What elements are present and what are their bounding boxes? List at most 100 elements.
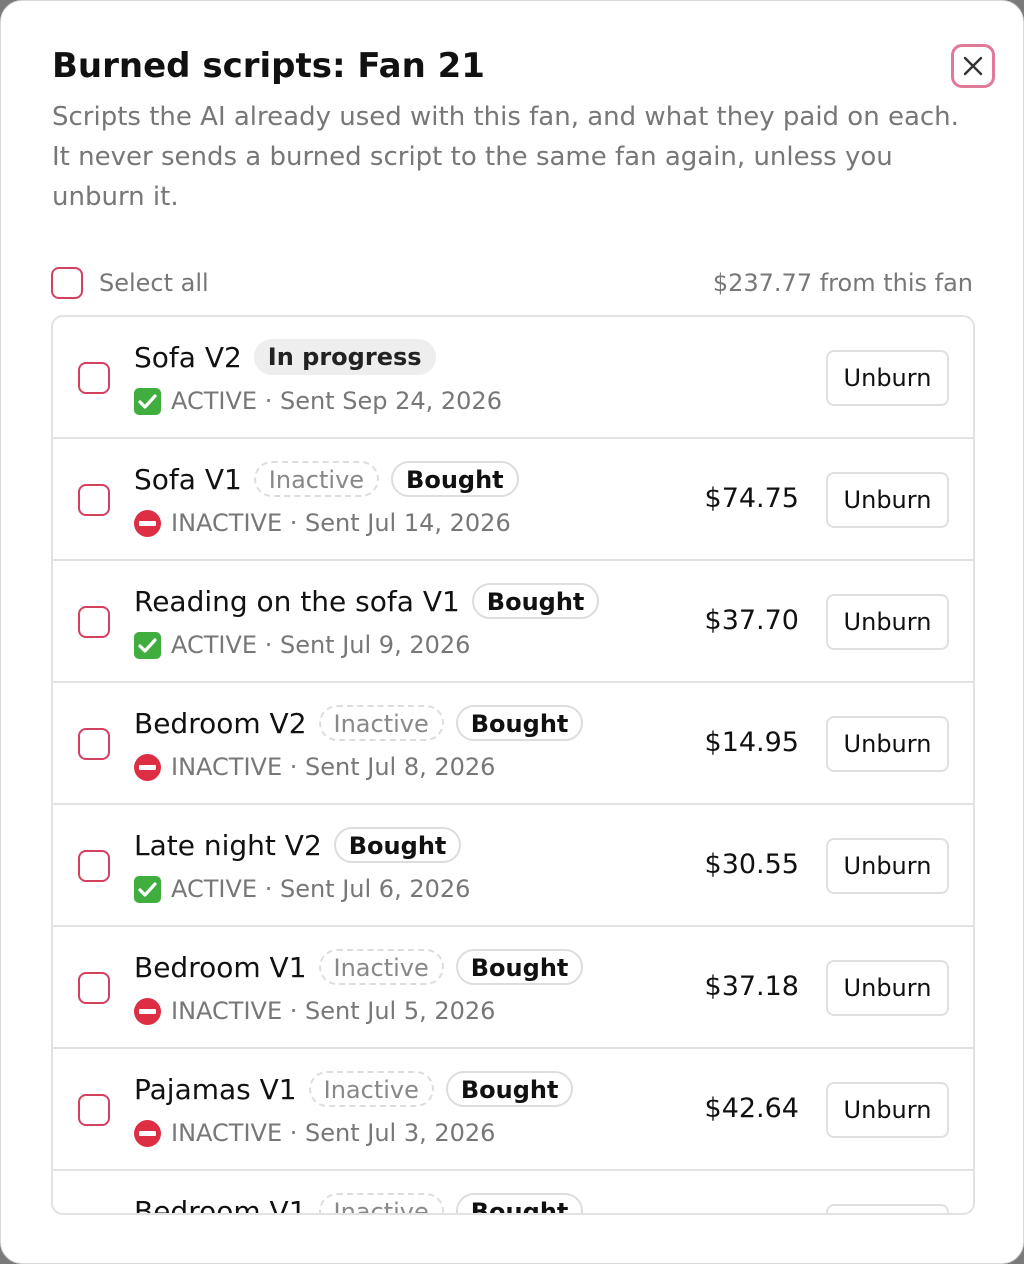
- script-checkbox[interactable]: [78, 850, 110, 882]
- script-title-line: Sofa V2 In progress: [134, 337, 448, 377]
- script-status-line: INACTIVE · Sent Jul 8, 2026: [134, 749, 495, 785]
- script-title-line: Bedroom V2 Inactive Bought: [134, 703, 595, 743]
- script-status: INACTIVE: [171, 509, 283, 537]
- script-amount: $74.75: [704, 483, 799, 514]
- in-progress-badge: In progress: [253, 339, 436, 375]
- script-row: Sofa V2 In progress ACTIVE · Sent Sep 24, …: [53, 317, 973, 439]
- bought-badge: Bought: [391, 461, 519, 497]
- script-row: Pajamas V1 Inactive Bought INACTIVE · Sent …: [53, 1049, 973, 1171]
- script-status-line: INACTIVE · Sent Jul 14, 2026: [134, 505, 511, 541]
- bought-badge: Bought: [445, 1071, 574, 1107]
- close-icon: [963, 56, 983, 76]
- script-name: Late night V2: [134, 828, 322, 862]
- script-checkbox[interactable]: [78, 484, 110, 516]
- script-status: ACTIVE: [171, 387, 258, 415]
- script-name: Bedroom V2: [134, 706, 307, 740]
- bought-badge: Bought: [455, 705, 584, 741]
- script-sent-date: Sent Jul 6, 2026: [279, 875, 471, 903]
- script-status: ACTIVE: [171, 631, 258, 659]
- script-name: Sofa V1: [134, 462, 242, 496]
- separator-dot: ·: [257, 387, 280, 415]
- script-checkbox[interactable]: [78, 728, 110, 760]
- select-all-label: Select all: [99, 269, 209, 297]
- modal-description: Scripts the AI already used with this fa…: [52, 102, 959, 212]
- script-title-line: Late night V2 Bought: [134, 825, 473, 865]
- script-checkbox[interactable]: [78, 606, 110, 638]
- bought-badge: Bought: [455, 1193, 584, 1213]
- script-amount: $30.55: [704, 849, 799, 880]
- bought-badge: Bought: [333, 827, 462, 863]
- script-name: Bedroom V1: [134, 950, 307, 984]
- burned-scripts-modal: Burned scripts: Fan 21 Scripts the AI al…: [0, 0, 1024, 1264]
- script-row: Bedroom V2 Inactive Bought INACTIVE · Sent …: [53, 683, 973, 805]
- script-row: Reading on the sofa V1 Bought ACTIVE · Sen…: [53, 561, 973, 683]
- modal-title: Burned scripts: Fan 21: [52, 46, 485, 86]
- fan-total: $237.77 from this fan: [712, 269, 973, 297]
- no-entry-icon: [134, 509, 161, 537]
- script-name: Bedroom V1: [134, 1194, 307, 1215]
- script-row: Late night V2 Bought ACTIVE · Sent Jul 6, …: [53, 805, 973, 927]
- separator-dot: ·: [257, 631, 280, 659]
- script-name: Pajamas V1: [134, 1072, 297, 1106]
- select-all-checkbox[interactable]: [51, 267, 83, 299]
- script-status: INACTIVE: [171, 1119, 283, 1147]
- script-status-line: INACTIVE · Sent Jul 3, 2026: [134, 1115, 495, 1151]
- unburn-button[interactable]: Unburn: [826, 960, 949, 1016]
- inactive-badge: Inactive: [318, 949, 444, 985]
- separator-dot: ·: [282, 753, 305, 781]
- inactive-badge: Inactive: [308, 1071, 434, 1107]
- separator-dot: ·: [282, 509, 305, 537]
- script-amount: $37.70: [704, 605, 799, 636]
- script-row: Bedroom V1 Inactive Bought INACTIVE · Sent …: [53, 927, 973, 1049]
- check-icon: [134, 387, 161, 415]
- script-sent-date: Sent Sep 24, 2026: [279, 387, 502, 415]
- unburn-button[interactable]: Unburn: [826, 350, 949, 406]
- check-icon: [134, 875, 161, 903]
- script-sent-date: Sent Jul 14, 2026: [305, 509, 511, 537]
- script-status: ACTIVE: [171, 875, 258, 903]
- script-status-line: INACTIVE · Sent Jul 5, 2026: [134, 993, 495, 1029]
- script-row: Bedroom V1InactiveBoughtINACTIVEUnburn: [53, 1171, 973, 1215]
- script-name: Reading on the sofa V1: [134, 584, 460, 618]
- script-status-line: ACTIVE · Sent Sep 24, 2026: [134, 383, 502, 419]
- close-button[interactable]: [951, 44, 995, 88]
- separator-dot: ·: [282, 1119, 305, 1147]
- script-title-line: Reading on the sofa V1 Bought: [134, 581, 611, 621]
- bought-badge: Bought: [471, 583, 600, 619]
- script-status-line: ACTIVE · Sent Jul 9, 2026: [134, 627, 470, 663]
- script-sent-date: Sent Jul 3, 2026: [305, 1119, 496, 1147]
- script-title-line: Bedroom V1 Inactive Bought: [134, 947, 595, 987]
- script-status: INACTIVE: [171, 753, 283, 781]
- script-checkbox[interactable]: [78, 972, 110, 1004]
- script-name: Sofa V2: [134, 340, 242, 374]
- unburn-button[interactable]: Unburn: [826, 594, 949, 650]
- script-status-line: ACTIVE · Sent Jul 6, 2026: [134, 871, 470, 907]
- script-title-line: Bedroom V1 Inactive Bought: [134, 1191, 595, 1215]
- script-sent-date: Sent Jul 9, 2026: [279, 631, 471, 659]
- unburn-button[interactable]: Unburn: [826, 1204, 949, 1213]
- script-title-line: Sofa V1 Inactive Bought: [134, 459, 531, 499]
- inactive-badge: Inactive: [318, 705, 444, 741]
- script-sent-date: Sent Jul 5, 2026: [305, 997, 496, 1025]
- unburn-button[interactable]: Unburn: [826, 472, 949, 528]
- no-entry-icon: [134, 997, 161, 1025]
- unburn-button[interactable]: Unburn: [826, 716, 949, 772]
- script-amount: $14.95: [704, 727, 799, 758]
- script-amount: $37.18: [704, 971, 799, 1002]
- script-sent-date: Sent Jul 8, 2026: [305, 753, 496, 781]
- script-list[interactable]: Sofa V2 In progress ACTIVE · Sent Sep 24, …: [51, 315, 975, 1215]
- separator-dot: ·: [257, 875, 280, 903]
- script-status: INACTIVE: [171, 997, 283, 1025]
- no-entry-icon: [134, 753, 161, 781]
- separator-dot: ·: [282, 997, 305, 1025]
- bought-badge: Bought: [455, 949, 584, 985]
- inactive-badge: Inactive: [318, 1193, 444, 1213]
- script-row: Sofa V1 Inactive Bought INACTIVE · Sent Jul…: [53, 439, 973, 561]
- check-icon: [134, 631, 161, 659]
- script-checkbox[interactable]: [78, 362, 110, 394]
- unburn-button[interactable]: Unburn: [826, 1082, 949, 1138]
- script-checkbox[interactable]: [78, 1094, 110, 1126]
- inactive-badge: Inactive: [253, 461, 380, 497]
- unburn-button[interactable]: Unburn: [826, 838, 949, 894]
- select-all[interactable]: Select all: [51, 267, 209, 299]
